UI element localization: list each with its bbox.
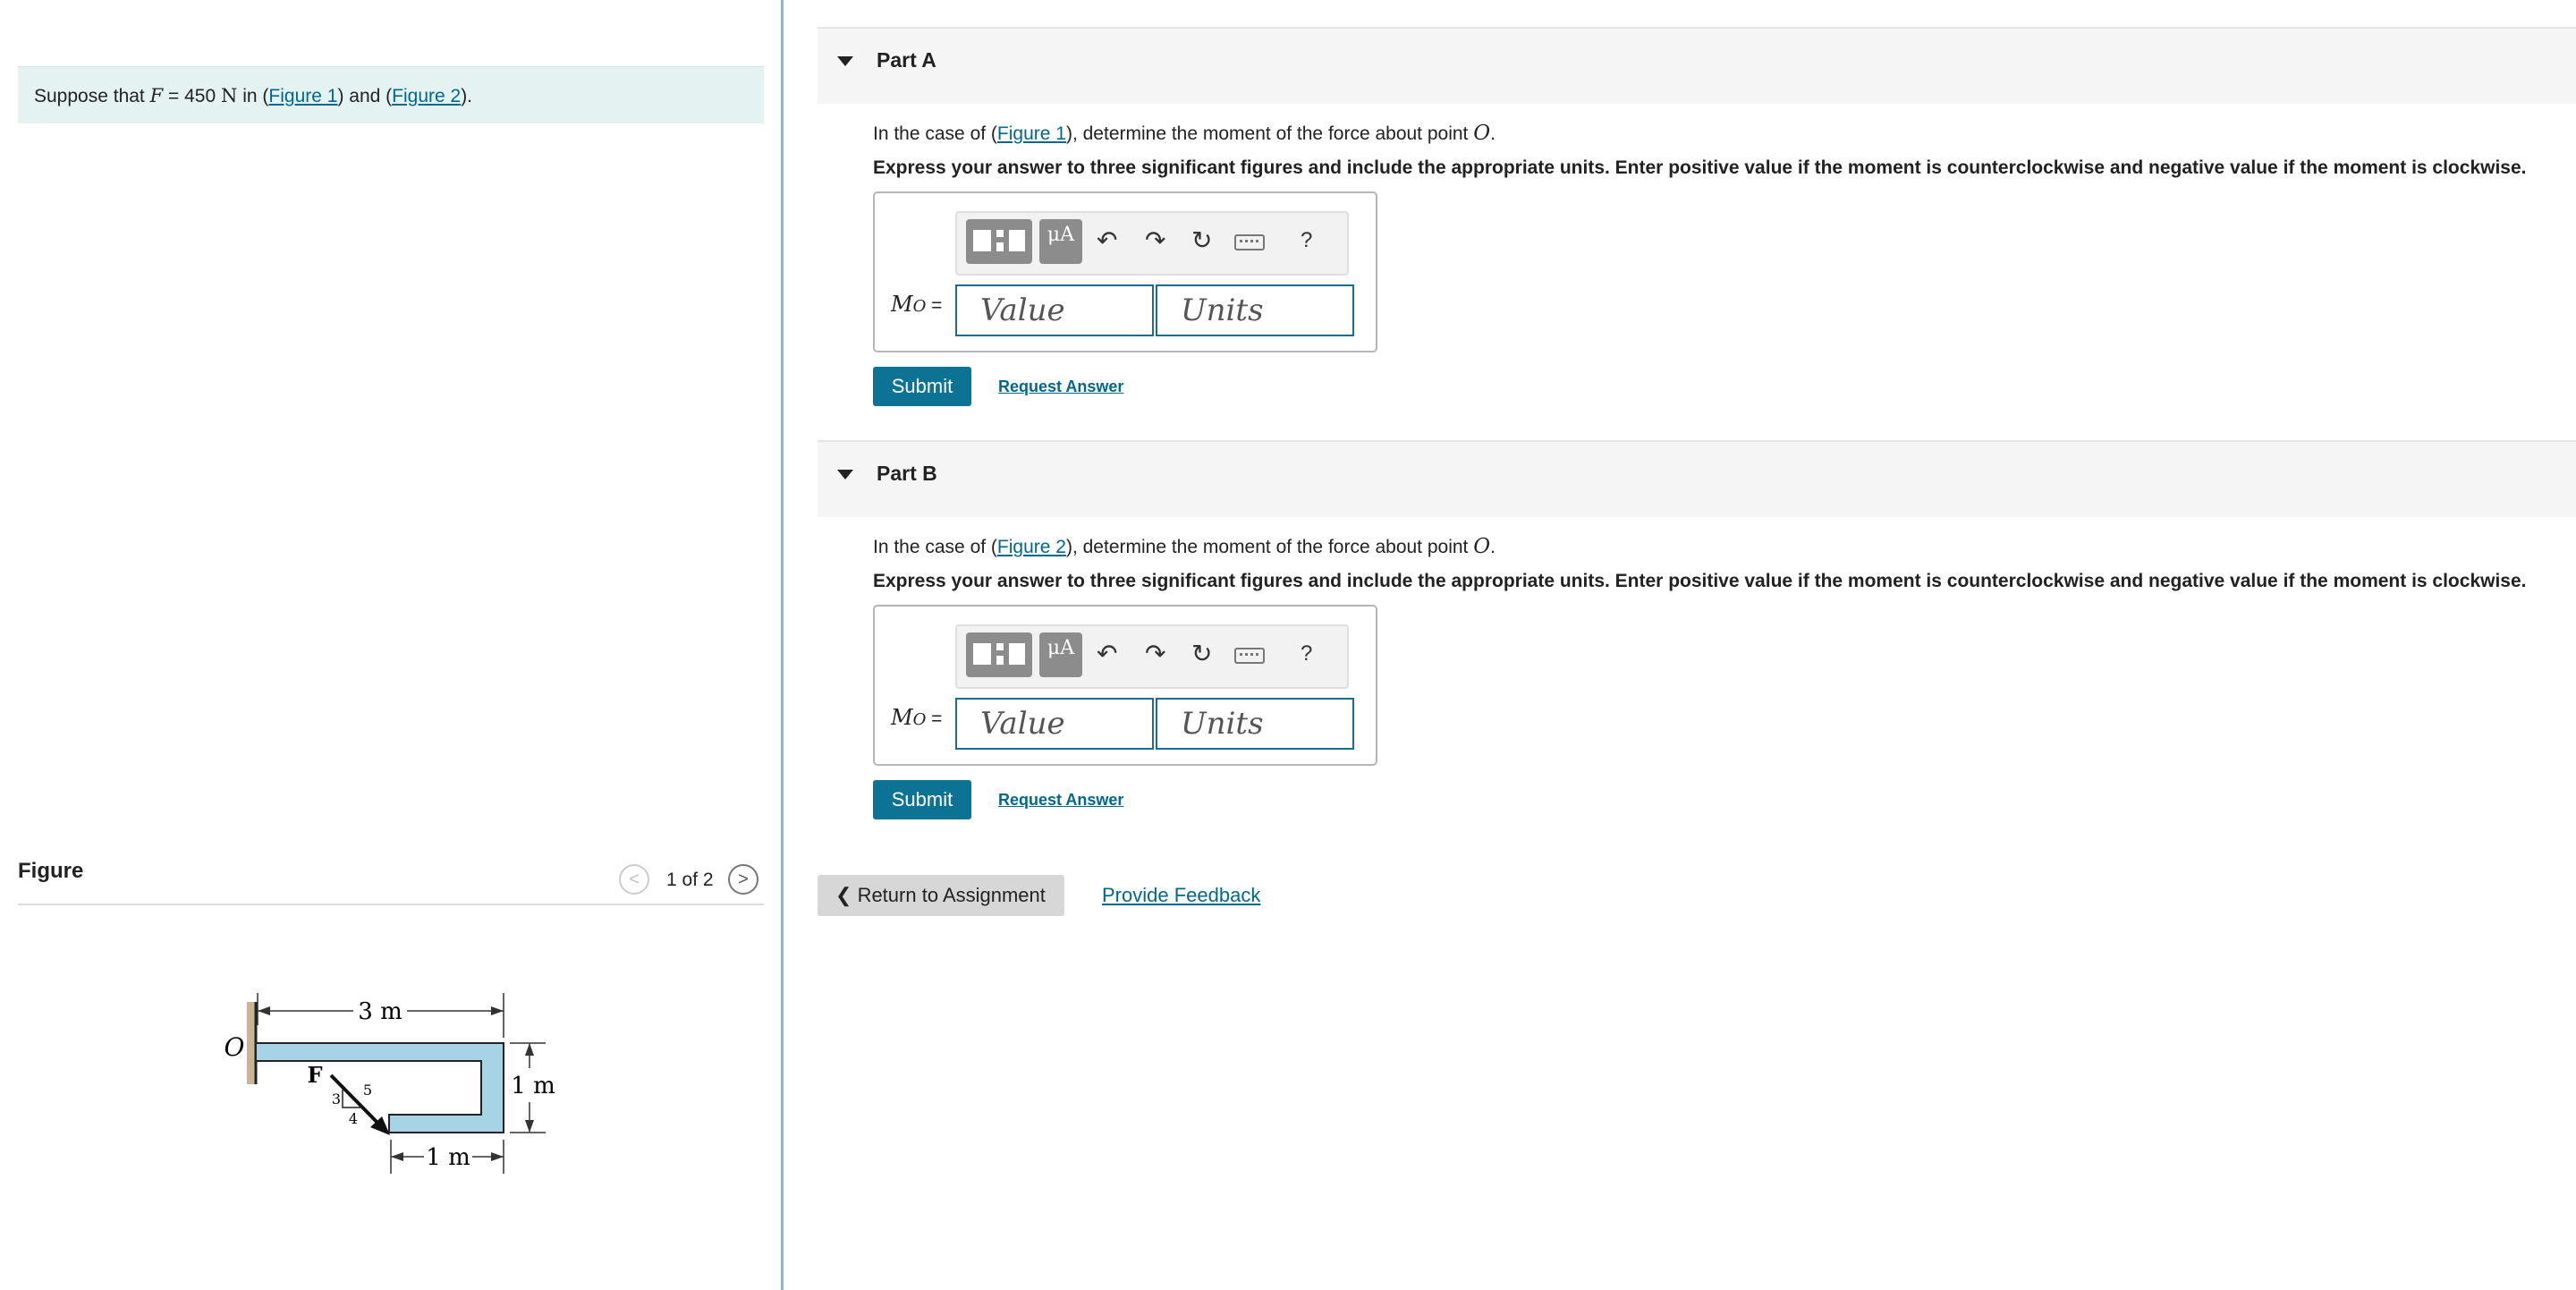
figure-prev-button[interactable]: < [619, 864, 649, 895]
return-to-assignment-button[interactable]: ❮ Return to Assignment [818, 875, 1064, 916]
part-a-title: Part A [877, 48, 936, 72]
pane-divider[interactable] [781, 0, 784, 1290]
mu-units-icon[interactable]: μA [1039, 632, 1082, 677]
part-b-units-input[interactable] [1156, 698, 1354, 750]
part-a-units-input[interactable] [1156, 284, 1354, 336]
chevron-left-icon: < [629, 870, 640, 889]
part-b-value-input[interactable] [955, 698, 1154, 750]
part-a-request-answer-link[interactable]: Request Answer [998, 378, 1123, 396]
part-a-figure-link[interactable]: Figure 1 [997, 123, 1066, 144]
part-a-mo-label: MO = [891, 292, 942, 317]
left-pane: Suppose that F = 450 N in (Figure 1) and… [0, 0, 780, 1290]
part-a-q-prefix: In the case of ( [873, 123, 997, 144]
part-a-mo-sub: O [912, 297, 927, 316]
figure-next-button[interactable]: > [728, 864, 758, 895]
bdim-arrow-right [491, 1152, 504, 1161]
part-a-submit-button[interactable]: Submit [873, 367, 971, 406]
part-b-title: Part B [877, 462, 937, 485]
problem-end-text: ). [461, 86, 473, 106]
templates-icon[interactable] [966, 632, 1032, 677]
problem-mid: = 450 [163, 86, 221, 106]
beam-figure: 3 m 1 m 1 m O F 3 4 5 [225, 993, 555, 1174]
figure-1-link[interactable]: Figure 1 [268, 86, 337, 106]
part-a-q-point: O [1473, 122, 1491, 145]
origin-label: O [225, 1032, 245, 1062]
part-b-figure-link[interactable]: Figure 2 [997, 537, 1066, 557]
keyboard-icon[interactable] [1234, 648, 1265, 664]
slope-5-label: 5 [363, 1082, 372, 1099]
part-b-request-answer-link[interactable]: Request Answer [998, 791, 1123, 810]
part-a-q-suffix: ), determine the moment of the force abo… [1065, 123, 1474, 144]
part-b-q-prefix: In the case of ( [873, 537, 997, 557]
part-b-q-end: . [1490, 537, 1496, 557]
part-b-answer-box: μA ↶ ↷ ↻ ? MO = [873, 605, 1377, 766]
redo-icon[interactable]: ↷ [1145, 641, 1165, 667]
bdim-arrow-left [391, 1152, 403, 1161]
slope-3-label: 3 [332, 1091, 341, 1108]
undo-icon[interactable]: ↶ [1097, 227, 1117, 254]
part-b-mo-main: M [891, 705, 913, 730]
part-b-mo-label: MO = [891, 705, 942, 730]
part-b-mo-sub: O [912, 710, 927, 729]
figure-page-indicator: 1 of 2 [666, 870, 714, 890]
dim-right-label: 1 m [511, 1073, 555, 1099]
provide-feedback-link[interactable]: Provide Feedback [1102, 884, 1260, 907]
caret-down-icon [837, 56, 853, 66]
force-variable: F [149, 85, 164, 106]
rdim-arrow-top [525, 1043, 534, 1056]
rdim-arrow-bottom [525, 1120, 534, 1133]
force-label: F [307, 1062, 322, 1088]
part-b-submit-button[interactable]: Submit [873, 780, 971, 819]
part-b-toolbar: μA ↶ ↷ ↻ ? [955, 624, 1349, 689]
dim-top-label: 3 m [358, 998, 402, 1025]
undo-icon[interactable]: ↶ [1097, 641, 1117, 667]
part-b-header[interactable]: Part B [818, 440, 2576, 517]
part-a-instructions: Express your answer to three significant… [873, 157, 2527, 178]
part-a-mo-main: M [891, 292, 913, 317]
part-a-header[interactable]: Part A [818, 27, 2576, 104]
part-a-toolbar: μA ↶ ↷ ↻ ? [955, 211, 1349, 276]
chevron-left-icon: ❮ [835, 884, 852, 906]
part-a-answer-box: μA ↶ ↷ ↻ ? MO = [873, 191, 1377, 352]
figure-panel-title: Figure [18, 859, 84, 883]
problem-prefix: Suppose that [34, 86, 150, 106]
problem-in-text: in ( [237, 86, 269, 106]
templates-icon[interactable] [966, 219, 1032, 264]
chevron-right-icon: > [738, 870, 749, 889]
redo-icon[interactable]: ↷ [1145, 227, 1165, 254]
part-b-instructions: Express your answer to three significant… [873, 571, 2527, 591]
part-a-mo-eq: = [926, 295, 943, 316]
keyboard-icon[interactable] [1234, 234, 1265, 250]
return-label: Return to Assignment [857, 884, 1046, 906]
force-unit: N [221, 85, 238, 106]
part-b-q-point: O [1473, 535, 1491, 558]
dim-arrow-right [491, 1006, 504, 1015]
figure-divider [18, 904, 764, 905]
part-b-mo-eq: = [926, 709, 943, 729]
part-b-question: In the case of (Figure 2), determine the… [873, 535, 1496, 558]
dim-bottom-label: 1 m [426, 1144, 470, 1171]
caret-down-icon [837, 470, 853, 480]
mu-units-icon[interactable]: μA [1039, 219, 1082, 264]
slope-4-label: 4 [349, 1110, 358, 1127]
part-a-q-end: . [1490, 123, 1496, 144]
reset-icon[interactable]: ↻ [1191, 641, 1212, 667]
help-icon[interactable]: ? [1301, 227, 1312, 254]
part-a-question: In the case of (Figure 1), determine the… [873, 122, 1496, 145]
problem-and-text: ) and ( [337, 86, 393, 106]
part-b-q-suffix: ), determine the moment of the force abo… [1065, 537, 1474, 557]
part-a-value-input[interactable] [955, 284, 1154, 336]
dim-arrow-left [258, 1006, 270, 1015]
reset-icon[interactable]: ↻ [1191, 227, 1212, 254]
figure-2-link[interactable]: Figure 2 [392, 86, 461, 106]
problem-statement: Suppose that F = 450 N in (Figure 1) and… [18, 66, 764, 123]
help-icon[interactable]: ? [1301, 641, 1312, 667]
